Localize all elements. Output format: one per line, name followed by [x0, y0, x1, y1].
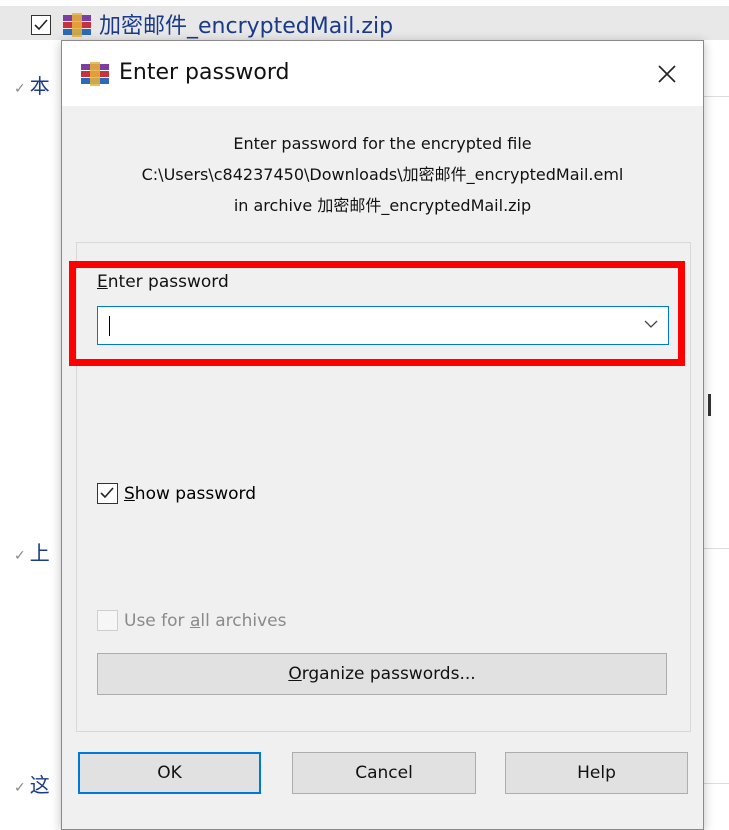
text-caret — [109, 316, 110, 336]
cancel-button[interactable]: Cancel — [292, 752, 476, 794]
background-side-item: ✓ 本 — [14, 74, 50, 98]
organize-passwords-button[interactable]: Organize passwords... — [97, 653, 667, 695]
background-divider — [704, 96, 729, 97]
background-scroll-mark — [708, 394, 711, 416]
winrar-icon — [63, 13, 91, 37]
checkmark-icon — [100, 487, 114, 499]
close-icon — [658, 64, 676, 83]
winrar-icon — [81, 62, 109, 86]
help-button[interactable]: Help — [505, 752, 688, 794]
info-line: Enter password for the encrypted file — [233, 134, 532, 153]
show-password-label: Show password — [124, 483, 256, 504]
checkmark-icon — [34, 19, 48, 31]
background-divider — [704, 783, 729, 784]
background-side-item: ✓ 这 — [14, 773, 50, 797]
chevron-down-icon[interactable] — [644, 319, 658, 329]
show-password-check[interactable] — [97, 483, 118, 504]
chevron-down-icon: ✓ — [14, 548, 26, 564]
background-file-checkbox[interactable] — [31, 15, 51, 35]
ok-button[interactable]: OK — [78, 752, 261, 794]
chevron-down-icon: ✓ — [14, 81, 26, 97]
use-for-all-label: Use for all archives — [124, 610, 287, 631]
background-side-item: ✓ 上 — [14, 541, 50, 565]
background-divider — [704, 548, 729, 549]
info-line: in archive 加密邮件_encryptedMail.zip — [233, 196, 532, 215]
background-file-name[interactable]: 加密邮件_encryptedMail.zip — [99, 14, 393, 40]
use-for-all-check[interactable] — [97, 610, 118, 631]
password-input[interactable] — [97, 306, 669, 345]
use-for-all-archives-checkbox[interactable]: Use for all archives — [97, 610, 286, 631]
dialog-title: Enter password — [119, 60, 290, 85]
enter-password-dialog: Enter password Enter password for the en… — [61, 40, 704, 830]
dialog-titlebar[interactable]: Enter password — [62, 41, 703, 106]
close-button[interactable] — [631, 41, 703, 106]
password-label: Enter password — [97, 272, 229, 292]
chevron-down-icon: ✓ — [14, 780, 26, 796]
show-password-checkbox[interactable]: Show password — [97, 483, 256, 504]
info-line: C:\Users\c84237450\Downloads\加密邮件_encryp… — [141, 165, 624, 184]
password-prompt-info: Enter password for the encrypted file C:… — [62, 128, 703, 221]
